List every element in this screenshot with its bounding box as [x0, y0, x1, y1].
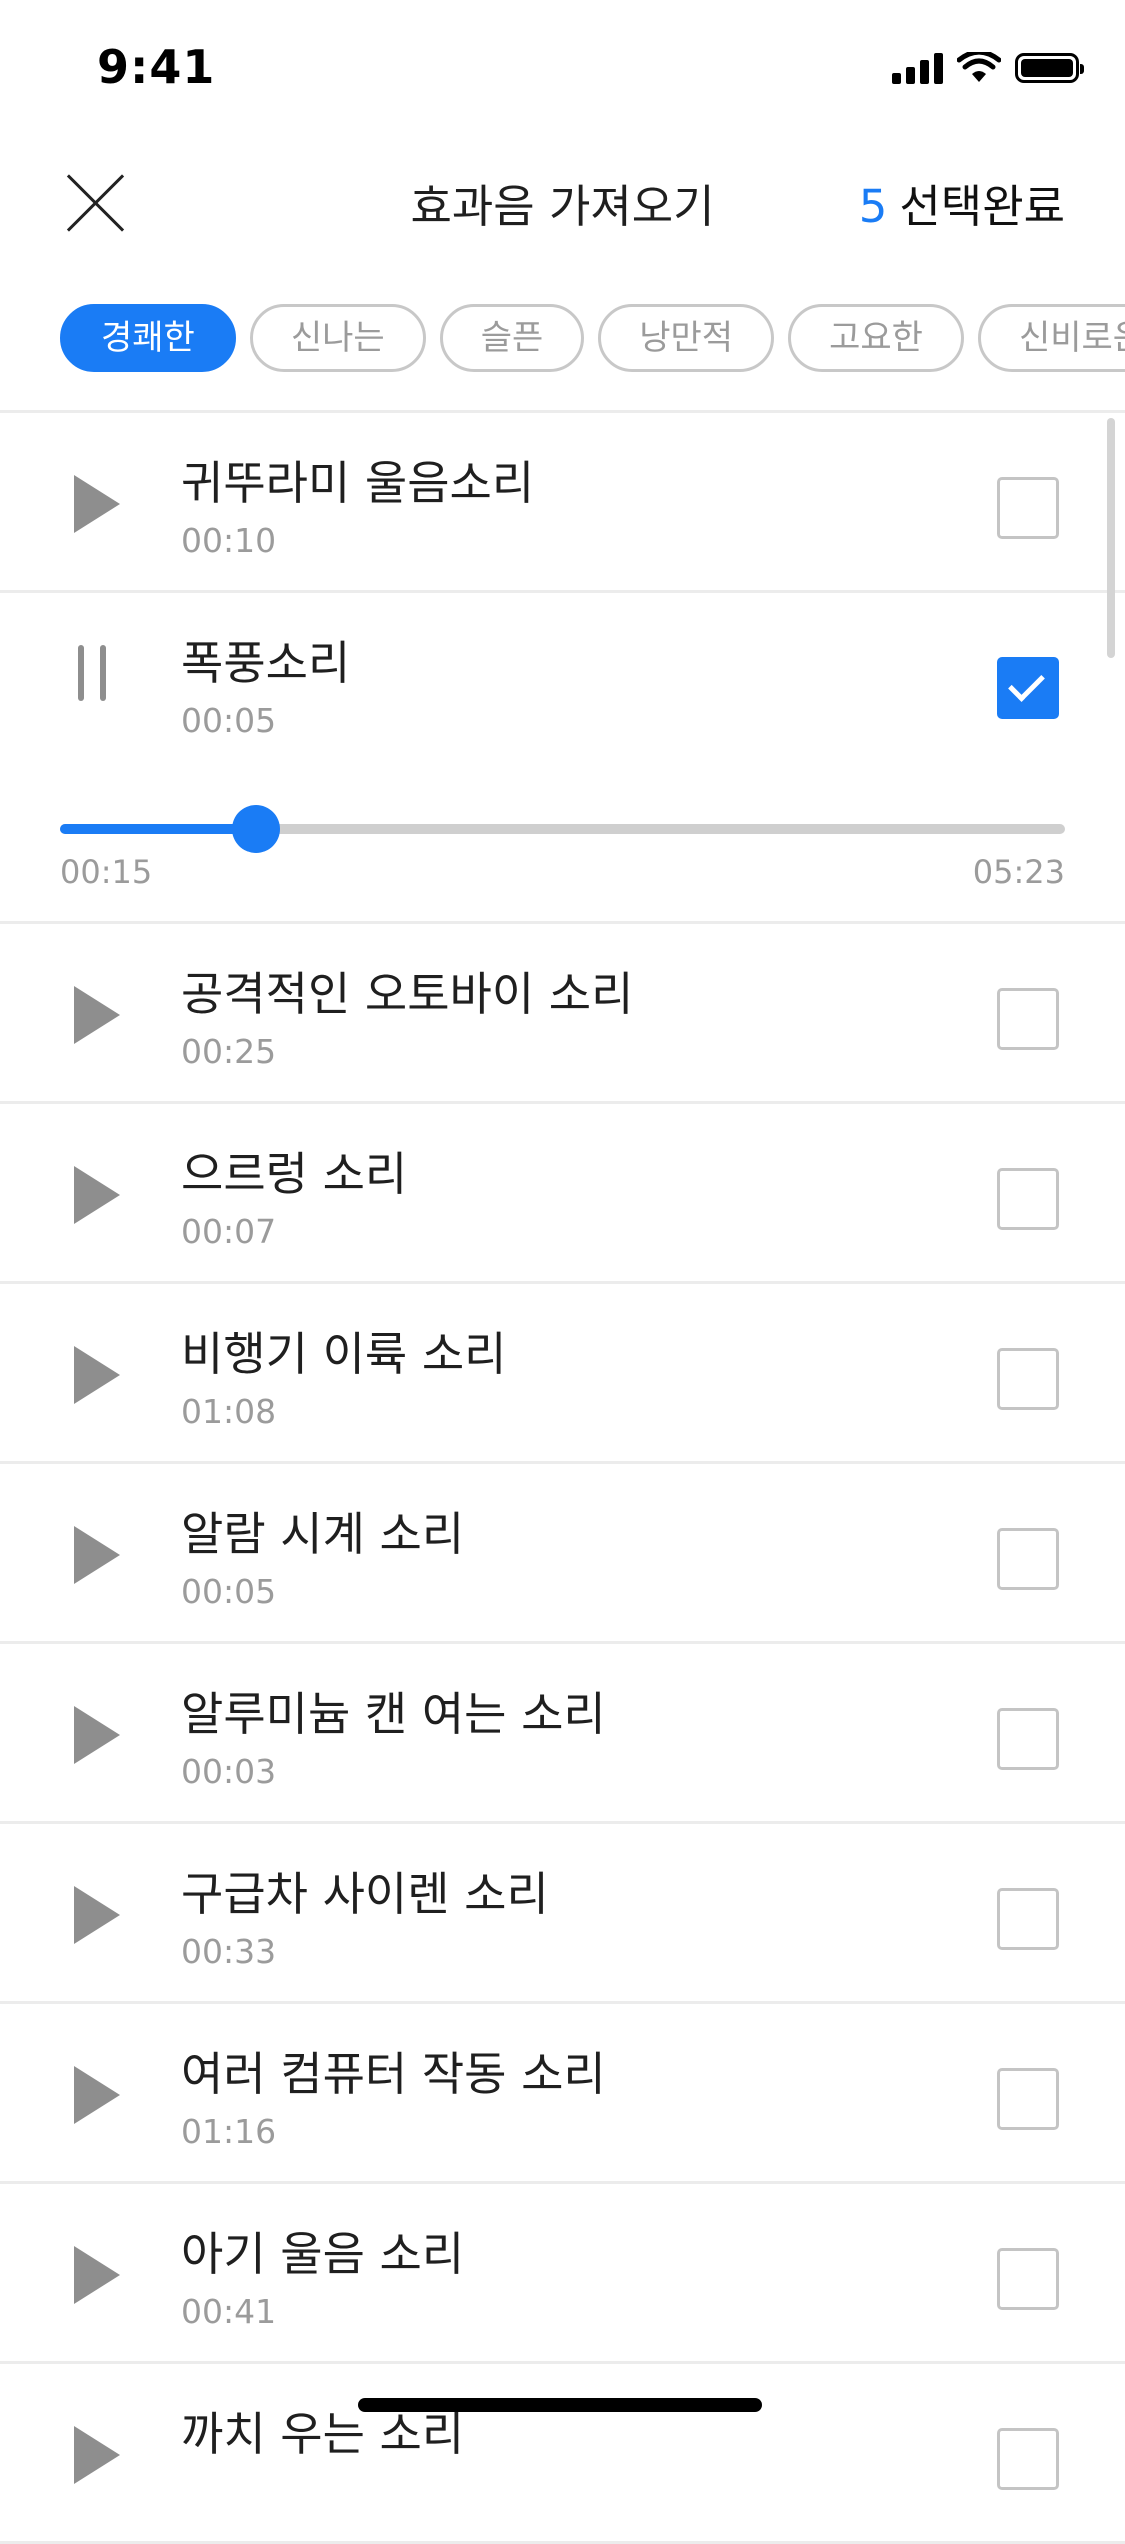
select-checkbox[interactable] [997, 1528, 1059, 1590]
sound-list-item[interactable]: 비행기 이륙 소리 01:08 [0, 1284, 1125, 1464]
filter-chip[interactable]: 신나는 [249, 304, 426, 372]
select-checkbox[interactable] [997, 477, 1059, 539]
sound-title: 귀뚜라미 울음소리 [181, 456, 535, 510]
select-checkbox[interactable] [997, 2068, 1059, 2130]
sound-duration: 00:03 [181, 1752, 277, 1791]
sound-title: 여러 컴퓨터 작동 소리 [181, 2047, 606, 2101]
sound-list-item[interactable]: 아기 울음 소리 00:41 [0, 2184, 1125, 2364]
sound-duration: 00:33 [181, 1932, 277, 1971]
sound-list-item[interactable]: 으르렁 소리 00:07 [0, 1104, 1125, 1284]
sound-duration: 01:08 [181, 1392, 277, 1431]
play-icon[interactable] [74, 1886, 126, 1946]
done-button[interactable]: 5 선택완료 [859, 170, 1065, 235]
total-time: 05:23 [972, 853, 1065, 891]
status-icons [892, 52, 1084, 84]
sound-list-item[interactable]: 공격적인 오토바이 소리 00:25 [0, 924, 1125, 1104]
sound-title: 비행기 이륙 소리 [181, 1327, 507, 1381]
play-icon[interactable] [74, 2426, 126, 2486]
wifi-icon [957, 52, 1001, 82]
sound-title: 으르렁 소리 [181, 1147, 408, 1201]
selected-count: 5 [858, 180, 888, 233]
sound-duration: 00:05 [181, 1572, 277, 1611]
checkmark-icon [1008, 665, 1045, 702]
sound-duration: 00:25 [181, 1032, 277, 1071]
filter-chip[interactable]: 낭만적 [598, 304, 775, 372]
mood-filter-chips: 경쾌한신나는슬픈낭만적고요한신비로운 [60, 304, 1125, 380]
sound-title: 아기 울음 소리 [181, 2227, 465, 2281]
filter-chip[interactable]: 고요한 [788, 304, 964, 372]
sound-title: 공격적인 오토바이 소리 [181, 967, 634, 1021]
status-time: 9:41 [97, 40, 216, 94]
sound-duration: 00:07 [181, 1212, 277, 1251]
battery-icon [1015, 53, 1084, 83]
sound-list-item[interactable]: 알람 시계 소리 00:05 [0, 1464, 1125, 1644]
progress-thumb[interactable] [231, 805, 280, 853]
sound-duration: 00:05 [181, 701, 277, 740]
sound-list-item[interactable]: 알루미늄 캔 여는 소리 00:03 [0, 1644, 1125, 1824]
select-checkbox[interactable] [997, 2248, 1059, 2310]
status-bar: 9:41 [0, 0, 1125, 130]
sound-duration: 00:10 [181, 521, 277, 560]
play-icon[interactable] [74, 475, 126, 535]
sound-title: 알람 시계 소리 [181, 1507, 465, 1561]
filter-chip[interactable]: 슬픈 [439, 304, 585, 372]
done-label: 선택완료 [899, 180, 1065, 233]
home-indicator [358, 2398, 762, 2412]
play-icon[interactable] [74, 1526, 126, 1586]
sound-title: 알루미늄 캔 여는 소리 [181, 1687, 606, 1741]
play-icon[interactable] [74, 1706, 126, 1766]
select-checkbox[interactable] [997, 1888, 1059, 1950]
scrollbar[interactable] [1107, 418, 1115, 658]
select-checkbox[interactable] [997, 1168, 1059, 1230]
play-icon[interactable] [74, 2246, 126, 2306]
play-icon[interactable] [74, 986, 126, 1046]
play-icon[interactable] [74, 2066, 126, 2126]
sound-list-item[interactable]: 구급차 사이렌 소리 00:33 [0, 1824, 1125, 2004]
sound-duration: 01:16 [181, 2112, 277, 2151]
filter-chip[interactable]: 신비로운 [977, 304, 1125, 372]
sound-list-item[interactable]: 귀뚜라미 울음소리 00:10 [0, 413, 1125, 593]
select-checkbox[interactable] [997, 1708, 1059, 1770]
select-checkbox[interactable] [997, 657, 1059, 719]
filter-chip[interactable]: 경쾌한 [60, 304, 236, 372]
sound-list-item[interactable]: 폭풍소리 00:05 00:15 05:23 [0, 593, 1125, 924]
playback-progress-slider[interactable] [60, 805, 1065, 853]
select-checkbox[interactable] [997, 1348, 1059, 1410]
sound-list-item[interactable]: 까치 우는 소리 [0, 2364, 1125, 2544]
play-icon[interactable] [74, 1166, 126, 1226]
select-checkbox[interactable] [997, 2428, 1059, 2490]
sound-list-item[interactable]: 여러 컴퓨터 작동 소리 01:16 [0, 2004, 1125, 2184]
sound-title: 구급차 사이렌 소리 [181, 1867, 549, 1921]
sound-list: 귀뚜라미 울음소리 00:10 폭풍소리 00:05 00:15 05:23 공격적인 오토… [0, 413, 1125, 2544]
select-checkbox[interactable] [997, 988, 1059, 1050]
sound-title: 폭풍소리 [181, 636, 351, 690]
cellular-signal-icon [892, 52, 943, 84]
play-icon[interactable] [74, 1346, 126, 1406]
elapsed-time: 00:15 [60, 853, 153, 891]
sound-duration: 00:41 [181, 2292, 277, 2331]
header: 효과음 가져오기 5 선택완료 [0, 140, 1125, 250]
pause-icon[interactable] [78, 645, 118, 705]
progress-fill [60, 824, 256, 834]
